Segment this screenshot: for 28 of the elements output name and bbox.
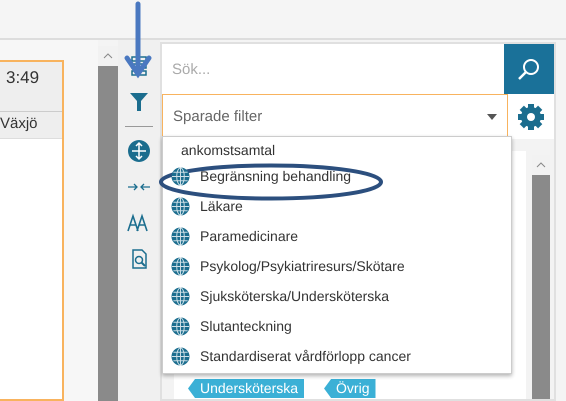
menu-item[interactable]: Standardiserat vårdförlopp cancer — [163, 341, 511, 371]
saved-filter-dropdown[interactable]: Sparade filter — [162, 94, 508, 139]
menu-item[interactable]: ankomstsamtal — [163, 139, 511, 161]
scroll-up-icon[interactable] — [536, 162, 546, 168]
scrollbar[interactable] — [532, 155, 550, 399]
globe-icon — [171, 196, 190, 216]
location-text: Växjö — [0, 112, 62, 139]
time-text: 3:49 — [0, 62, 62, 112]
menu-item[interactable]: Slutanteckning — [163, 311, 511, 341]
globe-icon — [171, 166, 190, 186]
scrollbar[interactable] — [98, 46, 118, 401]
globe-icon — [171, 286, 190, 306]
globe-icon — [171, 316, 190, 336]
menu-item[interactable]: Läkare — [163, 191, 511, 221]
menu-item[interactable]: Sjuksköterska/Undersköterska — [163, 281, 511, 311]
scroll-up-icon[interactable] — [103, 53, 113, 59]
menu-item[interactable]: Psykolog/Psykiatriresurs/Skötare — [163, 251, 511, 281]
menu-item[interactable]: Begränsning behandling — [163, 161, 511, 191]
globe-icon — [171, 256, 190, 276]
filter-icon[interactable] — [127, 90, 151, 114]
search-icon — [516, 56, 542, 82]
globe-icon — [171, 226, 190, 246]
settings-icon — [517, 102, 545, 130]
menu-item[interactable]: Paramedicinare — [163, 221, 511, 251]
search-button[interactable] — [504, 44, 554, 94]
expand-vertical-icon[interactable] — [127, 139, 151, 163]
caret-icon — [487, 114, 497, 120]
globe-icon — [171, 346, 190, 366]
